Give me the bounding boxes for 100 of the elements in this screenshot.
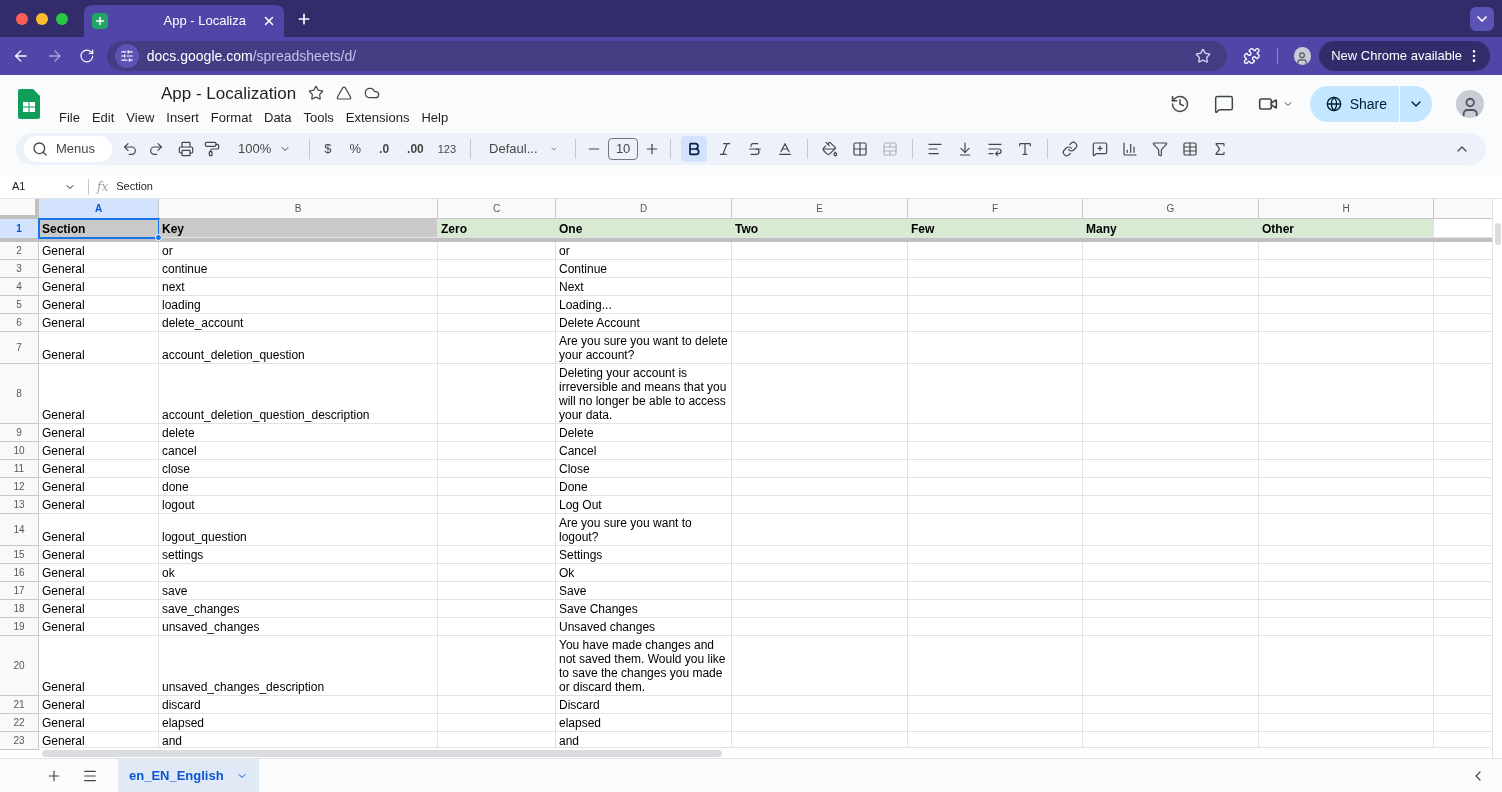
table-cell: close bbox=[159, 460, 438, 478]
row-header[interactable]: 12 bbox=[0, 478, 39, 496]
address-bar[interactable]: docs.google.com/spreadsheets/d/ bbox=[106, 41, 1228, 71]
table-cell: logout_question bbox=[159, 514, 438, 546]
table-cell: Delete bbox=[556, 424, 732, 442]
table-cell: Save Changes bbox=[556, 600, 732, 618]
formula-field[interactable]: Section bbox=[116, 178, 153, 195]
row-header[interactable]: 8 bbox=[0, 364, 39, 424]
row-header[interactable]: 21 bbox=[0, 696, 39, 714]
row-header[interactable]: 10 bbox=[0, 442, 39, 460]
table-cell: Save bbox=[556, 582, 732, 600]
menu-item[interactable]: Format bbox=[204, 108, 258, 128]
row-header[interactable]: 3 bbox=[0, 260, 39, 278]
table-cell: elapsed bbox=[556, 714, 732, 732]
table-cell: General bbox=[39, 714, 159, 732]
row-header[interactable]: 17 bbox=[0, 582, 39, 600]
table-cell: General bbox=[39, 296, 159, 314]
document-title[interactable]: App - Localization bbox=[161, 80, 297, 106]
table-cell: Continue bbox=[556, 260, 732, 278]
table-cell: You have made changes and not saved them. Would you like to save the changes you made or discard them. bbox=[556, 636, 732, 696]
header-cell[interactable]: Key bbox=[159, 219, 438, 238]
header-cell[interactable]: Two bbox=[732, 219, 908, 238]
table-cell: General bbox=[39, 364, 159, 424]
row-header[interactable]: 6 bbox=[0, 314, 39, 332]
browser-tab[interactable]: App - Localiza bbox=[84, 5, 284, 37]
row-header[interactable]: 7 bbox=[0, 332, 39, 364]
table-cell: General bbox=[39, 618, 159, 636]
header-cell[interactable]: Other bbox=[1259, 219, 1434, 238]
menu-item[interactable]: Extensions bbox=[339, 108, 416, 128]
menu-item[interactable]: Edit bbox=[85, 108, 121, 128]
row-header[interactable]: 9 bbox=[0, 424, 39, 442]
table-cell: continue bbox=[159, 260, 438, 278]
menu-item[interactable]: File bbox=[53, 108, 86, 128]
header-cell[interactable]: One bbox=[556, 219, 732, 238]
table-cell: General bbox=[39, 478, 159, 496]
table-cell: delete_account bbox=[159, 314, 438, 332]
menus-search[interactable]: Menus bbox=[24, 136, 112, 162]
currency-format-button[interactable]: $ bbox=[320, 139, 336, 159]
row-header[interactable]: 23 bbox=[0, 732, 39, 750]
table-cell: or bbox=[556, 242, 732, 260]
fx-label: fx bbox=[95, 178, 110, 196]
update-button[interactable]: New Chrome available bbox=[1319, 41, 1490, 71]
column-header[interactable]: A bbox=[39, 199, 159, 219]
row-header[interactable]: 15 bbox=[0, 546, 39, 564]
table-cell: Done bbox=[556, 478, 732, 496]
header-cell[interactable]: Many bbox=[1083, 219, 1259, 238]
table-cell: Settings bbox=[556, 546, 732, 564]
header-cell[interactable]: Section bbox=[39, 219, 159, 238]
row-header[interactable]: 16 bbox=[0, 564, 39, 582]
table-cell: Unsaved changes bbox=[556, 618, 732, 636]
decrease-decimal-button[interactable]: .0 bbox=[375, 140, 394, 158]
name-box[interactable]: A1 bbox=[0, 178, 88, 195]
menu-item[interactable]: Data bbox=[258, 108, 298, 128]
table-cell: done bbox=[159, 478, 438, 496]
table-cell: General bbox=[39, 278, 159, 296]
table-cell: or bbox=[159, 242, 438, 260]
table-cell: General bbox=[39, 260, 159, 278]
row-header[interactable]: 14 bbox=[0, 514, 39, 546]
sheet-tab[interactable]: en_EN_English bbox=[118, 758, 259, 792]
row-header[interactable]: 13 bbox=[0, 496, 39, 514]
header-cell[interactable]: Few bbox=[908, 219, 1083, 238]
table-cell: General bbox=[39, 460, 159, 478]
table-cell: account_deletion_question bbox=[159, 332, 438, 364]
table-cell: account_deletion_question_description bbox=[159, 364, 438, 424]
table-cell: General bbox=[39, 496, 159, 514]
menu-item[interactable]: Tools bbox=[297, 108, 340, 128]
row-header[interactable]: 18 bbox=[0, 600, 39, 618]
table-cell: General bbox=[39, 314, 159, 332]
table-cell: General bbox=[39, 242, 159, 260]
number-format-button[interactable]: 123 bbox=[433, 140, 461, 158]
table-cell: Ok bbox=[556, 564, 732, 582]
table-cell: ok bbox=[159, 564, 438, 582]
row-header[interactable]: 19 bbox=[0, 618, 39, 636]
table-cell: Log Out bbox=[556, 496, 732, 514]
table-cell: unsaved_changes_description bbox=[159, 636, 438, 696]
percent-format-button[interactable]: % bbox=[345, 139, 366, 159]
table-cell: save_changes bbox=[159, 600, 438, 618]
table-cell: delete bbox=[159, 424, 438, 442]
menu-item[interactable]: View bbox=[120, 108, 161, 128]
row-header[interactable]: 20 bbox=[0, 636, 39, 696]
row-header[interactable]: 11 bbox=[0, 460, 39, 478]
row-header[interactable]: 1 bbox=[0, 219, 39, 238]
table-cell: General bbox=[39, 564, 159, 582]
table-cell: unsaved_changes bbox=[159, 618, 438, 636]
font-select[interactable]: Defaul... bbox=[481, 139, 566, 159]
increase-decimal-button[interactable]: .00 bbox=[403, 140, 428, 158]
table-cell: General bbox=[39, 582, 159, 600]
row-header[interactable]: 22 bbox=[0, 714, 39, 732]
row-header[interactable]: 5 bbox=[0, 296, 39, 314]
menu-item[interactable]: Help bbox=[415, 108, 455, 128]
header-cell[interactable]: Zero bbox=[438, 219, 556, 238]
row-header[interactable]: 2 bbox=[0, 242, 39, 260]
table-cell: logout bbox=[159, 496, 438, 514]
font-size-field[interactable]: 10 bbox=[608, 138, 639, 160]
table-cell: Delete Account bbox=[556, 314, 732, 332]
row-header[interactable]: 4 bbox=[0, 278, 39, 296]
table-cell: elapsed bbox=[159, 714, 438, 732]
zoom-select[interactable]: 100% bbox=[230, 139, 300, 159]
menu-item[interactable]: Insert bbox=[160, 108, 205, 128]
table-cell: Loading... bbox=[556, 296, 732, 314]
